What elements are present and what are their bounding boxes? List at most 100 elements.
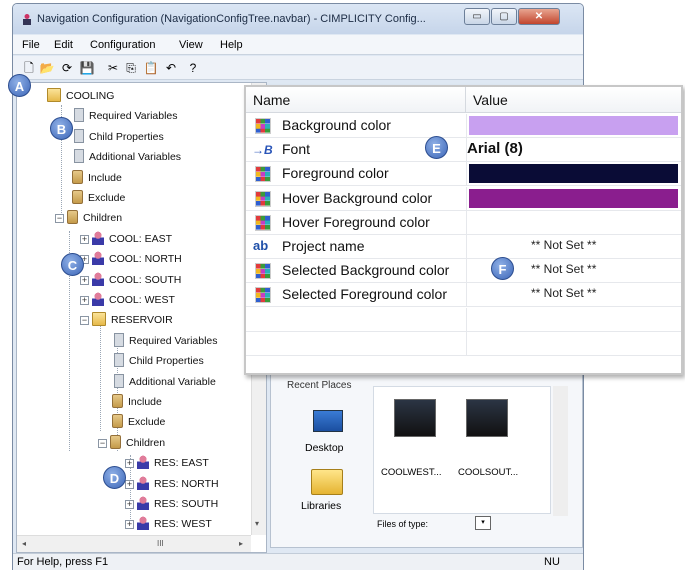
callout-badge-f: F xyxy=(491,257,514,280)
expand-toggle-icon[interactable]: − xyxy=(98,438,107,448)
property-value-cell xyxy=(466,331,681,355)
file-thumbnail[interactable] xyxy=(394,399,436,437)
tree-node[interactable]: Additional Variable xyxy=(112,373,216,391)
file-thumbnail[interactable] xyxy=(466,399,508,437)
tree-node[interactable]: + COOL: SOUTH xyxy=(80,271,181,289)
property-row[interactable]: ab Project name ** Not Set ** xyxy=(246,235,681,259)
open-icon[interactable]: 📂 xyxy=(39,60,55,76)
tree-node[interactable]: Additional Variables xyxy=(72,148,181,166)
menu-edit[interactable]: Edit xyxy=(54,39,73,51)
color-swatch[interactable] xyxy=(469,188,678,208)
tree-node[interactable]: Child Properties xyxy=(112,352,204,370)
recent-places-label[interactable]: Recent Places xyxy=(287,380,351,391)
property-row[interactable]: →B Font Arial (8) xyxy=(246,138,681,163)
scroll-grip[interactable]: III xyxy=(157,539,164,548)
expand-toggle-icon[interactable]: + xyxy=(80,296,89,305)
desktop-icon[interactable] xyxy=(313,410,343,432)
libraries-label[interactable]: Libraries xyxy=(301,500,341,512)
property-row[interactable]: Selected Foreground color ** Not Set ** xyxy=(246,283,681,308)
tree-node-label: Additional Variables xyxy=(89,151,182,164)
num-lock-indicator: NU xyxy=(544,556,560,568)
tree-node[interactable]: + COOL: EAST xyxy=(80,230,172,248)
expand-toggle-icon[interactable]: + xyxy=(125,500,134,509)
maximize-button[interactable]: ▢ xyxy=(491,8,517,25)
menu-configuration[interactable]: Configuration xyxy=(90,39,155,51)
property-value-cell[interactable]: ** Not Set ** xyxy=(466,283,681,307)
new-icon[interactable]: 🗋 xyxy=(21,60,37,76)
property-name: Hover Foreground color xyxy=(282,213,430,230)
tree-node[interactable]: + RES: EAST xyxy=(125,454,209,472)
color-swatch[interactable] xyxy=(469,164,678,184)
name-column-header[interactable]: Name xyxy=(253,92,290,108)
close-button[interactable]: ✕ xyxy=(518,8,560,25)
property-value-cell[interactable]: ** Not Set ** xyxy=(466,235,681,258)
scroll-left-arrow[interactable]: ◂ xyxy=(22,539,26,548)
font-icon: →B xyxy=(252,143,273,158)
property-row[interactable]: Background color xyxy=(246,114,681,138)
expand-toggle-icon[interactable]: + xyxy=(125,520,134,530)
expand-toggle-icon[interactable]: + xyxy=(80,275,89,285)
expand-toggle-icon[interactable]: − xyxy=(80,316,89,326)
title-bar[interactable]: Navigation Configuration (NavigationConf… xyxy=(13,4,583,34)
property-row[interactable]: Selected Background color ** Not Set ** xyxy=(246,259,681,284)
file-name[interactable]: COOLWEST... xyxy=(381,467,442,478)
menu-help[interactable]: Help xyxy=(220,39,243,51)
undo-icon[interactable]: ↶ xyxy=(163,60,179,76)
property-value-cell[interactable] xyxy=(466,210,681,234)
tree-node[interactable]: Exclude xyxy=(72,189,125,207)
property-row[interactable]: Foreground color xyxy=(246,162,681,187)
property-row[interactable]: Hover Foreground color xyxy=(246,210,681,235)
save-icon[interactable]: 💾 xyxy=(79,60,95,76)
libraries-icon[interactable] xyxy=(311,469,343,495)
tree-node[interactable]: Include xyxy=(112,393,162,411)
cut-icon[interactable]: ✂ xyxy=(105,60,121,76)
expand-toggle-icon[interactable]: + xyxy=(80,234,89,244)
property-value-cell[interactable] xyxy=(466,162,681,186)
tree-node[interactable]: Required Variables xyxy=(72,107,178,125)
desktop-label[interactable]: Desktop xyxy=(305,442,344,454)
tree-node-label: Children xyxy=(83,212,123,225)
tree-node[interactable]: COOLING xyxy=(47,87,114,105)
tree-node[interactable]: + RES: WEST xyxy=(125,515,212,533)
property-row[interactable]: Hover Background color xyxy=(246,186,681,211)
minimize-button[interactable]: ▭ xyxy=(464,8,490,25)
tree-node[interactable]: Child Properties xyxy=(72,128,164,146)
menu-file[interactable]: File xyxy=(22,39,40,51)
value-column-header[interactable]: Value xyxy=(473,92,508,108)
property-value-cell[interactable]: Arial (8) xyxy=(466,138,681,162)
variable-icon xyxy=(74,128,84,143)
tree-node[interactable]: − Children xyxy=(98,434,165,452)
property-value-cell[interactable] xyxy=(466,114,681,137)
tree-node[interactable]: − RESERVOIR xyxy=(80,311,173,329)
file-list-scrollbar[interactable] xyxy=(553,386,568,516)
files-of-type-dropdown[interactable]: ▾ xyxy=(475,516,491,530)
navigation-tree[interactable]: COOLING Required Variables Child Propertie… xyxy=(16,82,267,553)
file-name[interactable]: COOLSOUT... xyxy=(458,467,518,478)
tree-horizontal-scrollbar[interactable]: ◂ III ▸ xyxy=(17,535,251,552)
expand-toggle-icon[interactable]: − xyxy=(55,214,64,224)
paste-icon[interactable]: 📋 xyxy=(143,60,159,76)
color-swatch[interactable] xyxy=(469,116,678,135)
tree-node-label: COOL: NORTH xyxy=(109,253,182,266)
refresh-icon[interactable]: ⟳ xyxy=(59,60,75,76)
tree-node[interactable]: + COOL: WEST xyxy=(80,291,175,309)
tree-node[interactable]: − Children xyxy=(55,209,122,227)
tree-node[interactable]: + RES: SOUTH xyxy=(125,495,218,513)
property-value: ** Not Set ** xyxy=(531,262,597,277)
scroll-down-arrow[interactable]: ▾ xyxy=(255,519,259,528)
property-name: Selected Foreground color xyxy=(282,286,447,303)
tree-node[interactable]: + RES: NORTH xyxy=(125,475,219,493)
column-divider[interactable] xyxy=(465,87,466,113)
menu-view[interactable]: View xyxy=(179,39,203,51)
tree-node[interactable]: Include xyxy=(72,169,122,187)
tree-node[interactable]: Required Variables xyxy=(112,332,218,350)
copy-icon[interactable]: ⎘ xyxy=(123,60,139,76)
expand-toggle-icon[interactable]: + xyxy=(125,479,134,489)
help-icon[interactable]: ? xyxy=(185,60,201,76)
expand-toggle-icon[interactable]: + xyxy=(125,459,134,469)
property-value-cell[interactable] xyxy=(466,186,681,210)
tree-node[interactable]: + COOL: NORTH xyxy=(80,250,182,268)
tree-node[interactable]: Exclude xyxy=(112,413,165,431)
scroll-right-arrow[interactable]: ▸ xyxy=(239,539,243,548)
color-grid-icon xyxy=(255,263,271,280)
